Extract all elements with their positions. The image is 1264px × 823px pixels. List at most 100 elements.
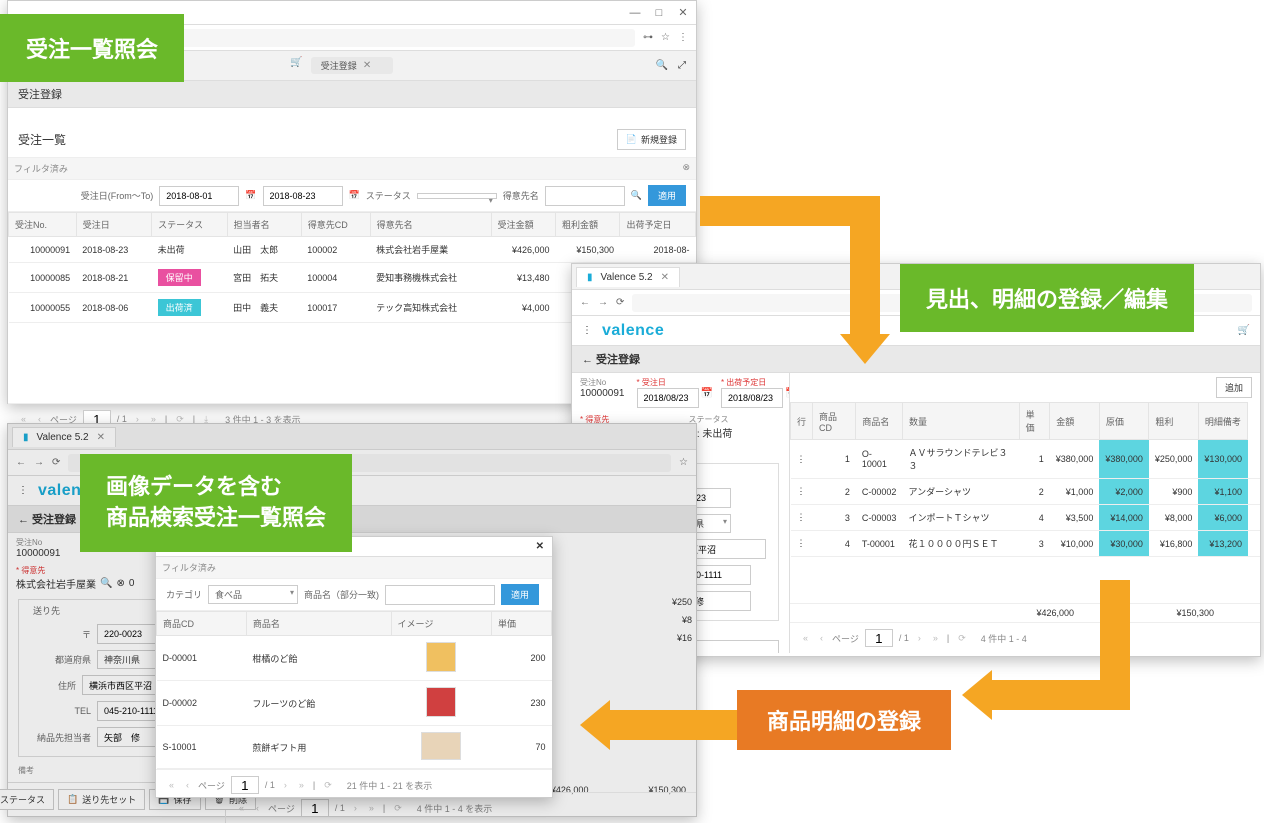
expand-icon[interactable]: ⤢ — [678, 60, 686, 71]
drag-icon[interactable]: ⋮ — [582, 325, 592, 336]
search-icon[interactable]: 🔍 — [631, 190, 642, 201]
col-header[interactable]: 行 — [791, 403, 813, 440]
page-header: ← 受注登録 — [572, 346, 1260, 373]
ship-date-input[interactable] — [721, 388, 783, 408]
back-icon[interactable]: ← — [580, 297, 590, 308]
col-header[interactable]: 商品名 — [246, 612, 391, 636]
callout-order-list: 受注一覧照会 — [0, 14, 184, 82]
table-row[interactable]: ⋮4T-00001花１００００円ＳＥＴ3¥10,000¥30,000¥16,80… — [791, 531, 1261, 557]
col-header[interactable]: イメージ — [391, 612, 492, 636]
category-select[interactable]: 食べ品 — [208, 585, 298, 604]
pager-next-icon[interactable]: › — [281, 780, 290, 790]
col-header[interactable]: 商品CD — [157, 612, 247, 636]
forward-icon[interactable]: → — [598, 297, 608, 308]
tab-pill[interactable]: 受注登録✕ — [311, 57, 393, 74]
pager-page-input[interactable] — [231, 776, 259, 794]
cart-icon[interactable]: 🛒 — [290, 57, 302, 74]
pager-last-icon[interactable]: » — [366, 803, 377, 813]
table-row[interactable]: D-00002フルーツのど飴230 — [157, 681, 552, 726]
col-header[interactable]: 金額 — [1050, 403, 1100, 440]
pager-next-icon[interactable]: › — [915, 633, 924, 643]
date-to-input[interactable] — [263, 186, 343, 206]
pager-prev-icon[interactable]: ‹ — [817, 633, 826, 643]
pager-prev-icon[interactable]: ‹ — [183, 780, 192, 790]
col-header[interactable]: 商品名 — [856, 403, 903, 440]
new-button[interactable]: 📄 新規登録 — [617, 129, 686, 150]
forward-icon[interactable]: → — [34, 457, 44, 468]
add-row-button[interactable]: 追加 — [1216, 377, 1252, 398]
value-status: 0 : 未出荷 — [689, 425, 782, 440]
browser-tab[interactable]: ▮Valence 5.2✕ — [12, 427, 116, 447]
pager-last-icon[interactable]: » — [296, 780, 307, 790]
apply-button[interactable]: 適用 — [501, 584, 539, 605]
pager-first-icon[interactable]: « — [166, 780, 177, 790]
customer-input[interactable] — [545, 186, 625, 206]
date-from-input[interactable] — [159, 186, 239, 206]
calendar-icon[interactable]: 📅 — [701, 388, 713, 408]
col-header[interactable]: 粗利 — [1149, 403, 1199, 440]
col-header[interactable]: 単価 — [492, 612, 552, 636]
col-header[interactable]: 得意先名 — [370, 213, 491, 237]
pager-page-input[interactable] — [865, 629, 893, 647]
order-date-input[interactable] — [637, 388, 699, 408]
table-row[interactable]: D-00001柑橘のど飴200 — [157, 636, 552, 681]
pager-prev-icon[interactable]: ‹ — [253, 803, 262, 813]
cart-icon[interactable]: 🛒 — [1238, 325, 1250, 336]
tab-close-icon[interactable]: ✕ — [661, 272, 669, 283]
col-header[interactable]: ステータス — [152, 213, 227, 237]
table-row[interactable]: 100000912018-08-23未出荷山田 太郎100002株式会社岩手屋業… — [9, 237, 696, 263]
pager-last-icon[interactable]: » — [930, 633, 941, 643]
col-header[interactable]: 数量 — [903, 403, 1020, 440]
arrow-detail-to-search — [580, 700, 740, 750]
star-icon[interactable]: ☆ — [661, 32, 670, 43]
col-header[interactable]: 出荷予定日 — [620, 213, 696, 237]
status-select[interactable] — [417, 193, 497, 199]
col-header[interactable]: 受注No. — [9, 213, 77, 237]
search-icon[interactable]: 🔍 — [100, 578, 112, 589]
pager-refresh-icon[interactable]: ⟳ — [321, 780, 335, 791]
col-header[interactable]: 受注金額 — [491, 213, 555, 237]
table-row[interactable]: ⋮3C-00003インポートＴシャツ4¥3,500¥14,000¥8,000¥6… — [791, 505, 1261, 531]
status-button[interactable]: ⓘ ステータス — [0, 789, 54, 810]
pager-first-icon[interactable]: « — [236, 803, 247, 813]
tab-close-icon[interactable]: ✕ — [97, 432, 105, 443]
calendar-icon[interactable]: 📅 — [349, 190, 360, 201]
browser-tab[interactable]: ▮Valence 5.2✕ — [576, 267, 680, 287]
close-icon[interactable]: ✕ — [536, 541, 544, 552]
col-header[interactable]: 受注日 — [76, 213, 151, 237]
table-row[interactable]: ⋮2C-00002アンダーシャツ2¥1,000¥2,000¥900¥1,100 — [791, 479, 1261, 505]
tab-close-icon[interactable]: ✕ — [363, 60, 371, 71]
reload-icon[interactable]: ⟳ — [616, 297, 624, 308]
col-header[interactable]: 粗利金額 — [556, 213, 620, 237]
col-header[interactable]: 原価 — [1099, 403, 1149, 440]
clear-icon[interactable]: ⊗ — [116, 578, 124, 589]
reload-icon[interactable]: ⟳ — [52, 457, 60, 468]
prodname-input[interactable] — [385, 585, 495, 605]
clear-filter-icon[interactable]: ⊗ — [682, 162, 690, 175]
star-icon[interactable]: ☆ — [679, 457, 688, 468]
pager-page-input[interactable] — [301, 799, 329, 817]
table-row[interactable]: S-10001煎餅ギフト用70 — [157, 726, 552, 769]
col-header[interactable]: 得意先CD — [301, 213, 370, 237]
col-header[interactable]: 単価 — [1019, 403, 1050, 440]
pager-refresh-icon[interactable]: ⟳ — [955, 633, 969, 644]
menu-icon[interactable]: ⋮ — [678, 32, 688, 43]
sendto-set-button[interactable]: 📋 送り先セット — [58, 789, 145, 810]
product-table: 商品CD商品名イメージ単価 D-00001柑橘のど飴200D-00002フルーツ… — [156, 611, 552, 769]
col-header[interactable]: 担当者名 — [227, 213, 301, 237]
pager-refresh-icon[interactable]: ⟳ — [391, 803, 405, 814]
calendar-icon[interactable]: 📅 — [245, 190, 256, 201]
label-prodname: 商品名（部分一致) — [304, 588, 379, 601]
apply-button[interactable]: 適用 — [648, 185, 686, 206]
close-icon[interactable]: ✕ — [676, 6, 690, 20]
col-header[interactable]: 商品CD — [813, 403, 856, 440]
search-icon[interactable]: 🔍 — [656, 60, 668, 71]
pager-next-icon[interactable]: › — [351, 803, 360, 813]
maximize-icon[interactable]: □ — [652, 6, 666, 20]
back-icon[interactable]: ← — [16, 457, 26, 468]
minimize-icon[interactable]: — — [628, 6, 642, 20]
drag-icon[interactable]: ⋮ — [18, 485, 28, 496]
pager-first-icon[interactable]: « — [800, 633, 811, 643]
col-header[interactable]: 明細備考 — [1198, 403, 1248, 440]
table-row[interactable]: ⋮1O-10001ＡＶサラウンドテレビ３３1¥380,000¥380,000¥2… — [791, 440, 1261, 479]
